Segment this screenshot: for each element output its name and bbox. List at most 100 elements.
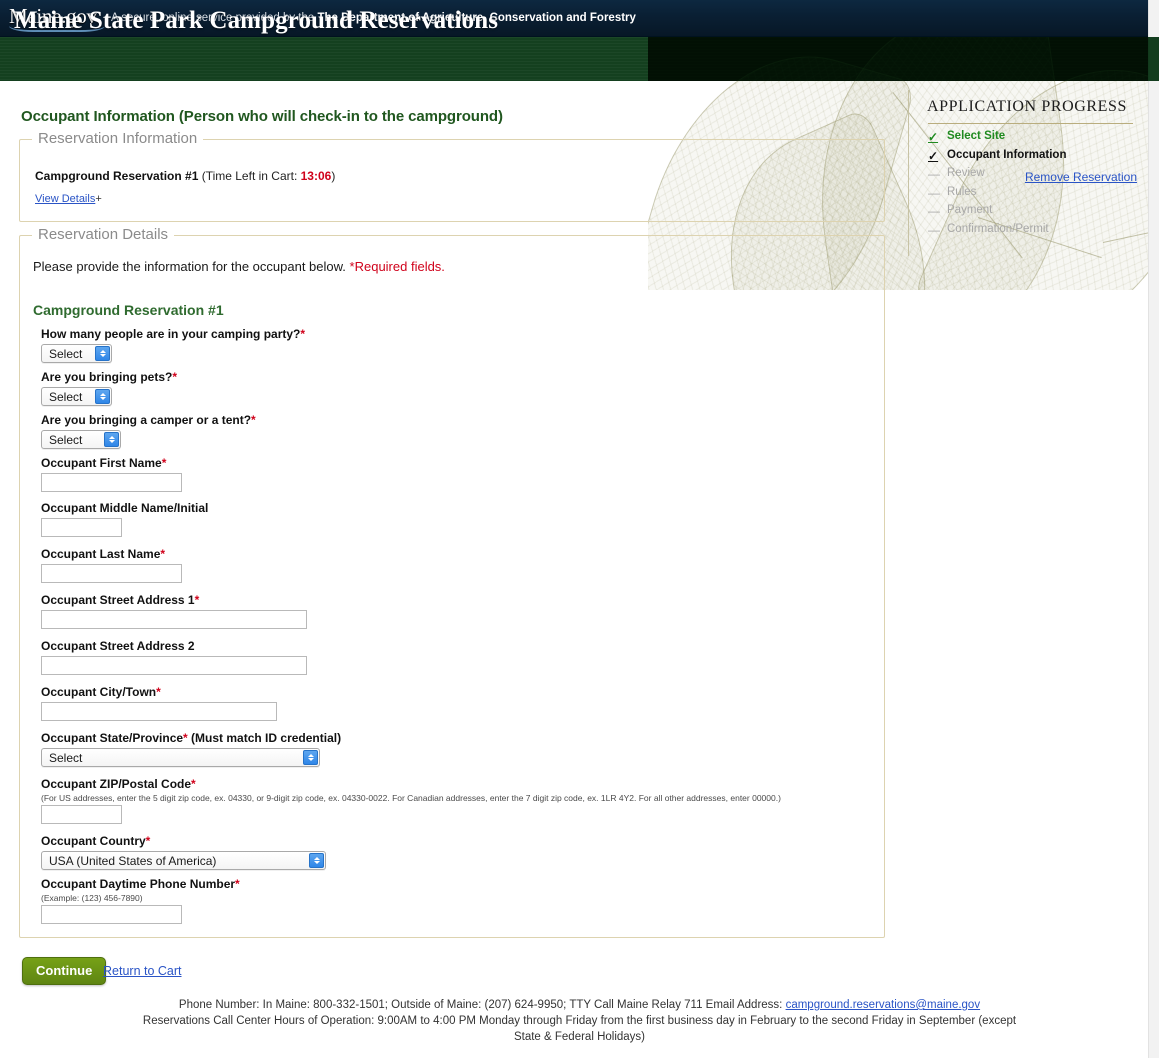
progress-step-label: Occupant Information [947,148,1067,161]
stepper-arrows-icon[interactable] [104,432,119,447]
field-label-suffix: (Must match ID credential) [187,731,342,745]
field-label-text: Occupant First Name [41,456,162,470]
page-root: Maine.gov A secure, online service provi… [0,0,1159,1058]
required-star: * [172,370,178,384]
stepper-arrows-icon[interactable] [95,389,110,404]
progress-divider [908,90,909,256]
progress-title: APPLICATION PROGRESS [927,98,1128,115]
input-city-town[interactable] [41,702,277,721]
field-label: Occupant State/Province* (Must match ID … [41,731,341,745]
field-city-town: Occupant City/Town* [41,685,277,721]
footer-contact-info: Phone Number: In Maine: 800-332-1501; Ou… [0,997,1159,1045]
select-camper-or-tent[interactable]: Select [41,430,121,449]
field-country: Occupant Country* USA (United States of … [41,834,326,870]
field-label: Are you bringing a camper or a tent?* [41,413,256,427]
required-star: * [191,777,196,791]
input-occupant-middle-name[interactable] [41,518,122,537]
banner-texture [0,37,1159,81]
field-label-text: Occupant Street Address 1 [41,593,195,607]
progress-step-select-site[interactable]: ✓ Select Site [928,130,1153,149]
view-details-link[interactable]: View Details+ [35,193,102,205]
continue-button[interactable]: Continue [22,957,107,985]
field-occupant-middle-name: Occupant Middle Name/Initial [41,501,208,537]
field-label: How many people are in your camping part… [41,327,305,341]
progress-step-label: Rules [947,185,977,198]
select-value: Select [49,347,83,361]
field-label: Occupant First Name* [41,456,182,470]
application-progress-panel: APPLICATION PROGRESS ✓ Select Site ✓ Occ… [908,81,1159,259]
required-fields-note: *Required fields. [349,259,445,274]
dash-icon: — [928,222,940,237]
field-label-text: Occupant Daytime Phone Number [41,877,236,891]
footer-email-link[interactable]: campground.reservations@maine.gov [786,999,981,1011]
field-label: Occupant Street Address 2 [41,639,307,653]
progress-step-label: Select Site [947,130,1006,142]
check-icon: ✓ [928,148,939,163]
input-zip-postal-code[interactable] [41,805,122,824]
field-label: Occupant ZIP/Postal Code* [41,777,781,791]
footer-line-3: State & Federal Holidays) [513,1031,646,1043]
input-occupant-first-name[interactable] [41,473,182,492]
form-sub-heading: Campground Reservation #1 [33,302,224,318]
field-label-text: Are you bringing pets? [41,370,173,384]
return-to-cart-link[interactable]: Return to Cart [103,964,182,978]
field-label: Are you bringing pets?* [41,370,177,384]
footer-line-2: Reservations Call Center Hours of Operat… [142,1015,1017,1027]
field-label-text: Occupant Middle Name/Initial [41,501,209,515]
progress-step-rules: — Rules [928,186,1153,205]
field-label: Occupant Street Address 1* [41,593,307,607]
stepper-arrows-icon[interactable] [309,853,324,868]
select-bringing-pets[interactable]: Select [41,387,112,406]
select-state-province[interactable]: Select [41,748,320,767]
form-intro-text: Please provide the information for the o… [33,259,445,274]
select-value: Select [49,751,83,765]
field-label-text: Occupant Street Address 2 [41,639,195,653]
dash-icon: — [928,167,940,181]
select-value: Select [49,433,83,447]
page-right-edge [1148,0,1159,1058]
field-label: Occupant City/Town* [41,685,277,699]
field-label-text: Occupant State/Province [41,731,184,745]
field-label-text: Are you bringing a camper or a tent? [41,413,252,427]
field-label-text: Occupant Last Name [41,547,161,561]
timer-suffix: ) [331,169,336,183]
progress-step-review: — Review [928,167,1153,186]
required-star: * [156,685,161,699]
input-occupant-last-name[interactable] [41,564,182,583]
expand-plus-icon: + [95,193,102,205]
dash-icon: — [928,204,940,218]
select-country[interactable]: USA (United States of America) [41,851,326,870]
required-star: * [300,327,306,341]
field-camper-or-tent: Are you bringing a camper or a tent?* Se… [41,413,256,449]
progress-step-confirmation-permit: — Confirmation/Permit [928,223,1153,242]
select-camping-party-size[interactable]: Select [41,344,112,363]
input-street-address-2[interactable] [41,656,307,675]
progress-step-occupant-information[interactable]: ✓ Occupant Information [928,149,1153,168]
intro-sentence: Please provide the information for the o… [33,259,350,274]
required-star: * [161,456,167,470]
field-label: Occupant Daytime Phone Number* [41,877,240,891]
required-star: * [194,593,200,607]
phone-format-hint: (Example: (123) 456-7890) [41,893,143,903]
field-daytime-phone: Occupant Daytime Phone Number* (Example:… [41,877,240,924]
stepper-arrows-icon[interactable] [303,750,318,765]
input-street-address-1[interactable] [41,610,307,629]
timer-prefix: (Time Left in Cart: [198,169,301,183]
field-street-address-1: Occupant Street Address 1* [41,593,307,629]
progress-step-label: Confirmation/Permit [947,222,1049,235]
progress-step-payment: — Payment [928,204,1153,223]
field-camping-party-size: How many people are in your camping part… [41,327,305,363]
field-label: Occupant Last Name* [41,547,182,561]
stepper-arrows-icon[interactable] [95,346,110,361]
field-label: Occupant Country* [41,834,326,848]
footer-line-1: Phone Number: In Maine: 800-332-1501; Ou… [0,997,1159,1013]
required-star: * [251,413,256,427]
field-occupant-last-name: Occupant Last Name* [41,547,182,583]
field-bringing-pets: Are you bringing pets?* Select [41,370,177,406]
progress-underline [928,123,1133,124]
required-star: * [145,834,151,848]
select-value: Select [49,390,83,404]
field-label-text: Occupant ZIP/Postal Code [41,777,192,791]
input-daytime-phone[interactable] [41,905,182,924]
check-icon: ✓ [928,130,939,144]
